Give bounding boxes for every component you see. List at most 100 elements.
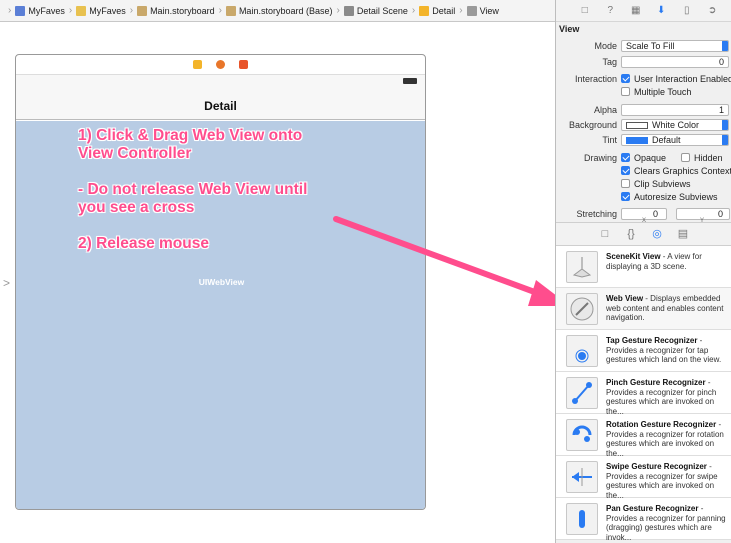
breadcrumb-item[interactable]: MyFaves xyxy=(76,5,126,16)
library-item[interactable]: Pan Gesture Recognizer - Provides a reco… xyxy=(556,498,731,542)
view-icon xyxy=(466,5,477,16)
web-view-area[interactable]: 1) Click & Drag Web View onto View Contr… xyxy=(16,121,425,509)
swipe-gesture-icon[interactable] xyxy=(566,461,598,493)
breadcrumb-separator: › xyxy=(8,5,12,16)
library-item[interactable]: Swipe Gesture Recognizer - Provides a re… xyxy=(556,456,731,500)
connections-inspector-icon[interactable]: ➲ xyxy=(706,5,718,17)
breadcrumb-item[interactable]: Main.storyboard (Base) xyxy=(225,5,332,16)
tint-select[interactable]: Default xyxy=(621,133,729,146)
chevron-down-icon[interactable] xyxy=(722,134,728,145)
object-library-icon[interactable]: ◎ xyxy=(651,228,663,240)
library-item[interactable]: Tap Gesture Recognizer - Provides a reco… xyxy=(556,330,731,372)
tag-field[interactable]: 0 xyxy=(621,55,729,68)
library-item[interactable]: Web View - Displays embedded web content… xyxy=(556,288,731,330)
identity-inspector-icon[interactable]: ▦ xyxy=(630,5,642,17)
attributes-inspector-icon[interactable]: ⬇ xyxy=(655,5,667,17)
mode-value: Scale To Fill xyxy=(626,40,675,51)
breadcrumb-separator: › xyxy=(411,5,416,16)
library-item-description: Rotation Gesture Recognizer - Provides a… xyxy=(606,420,730,458)
opaque-checkbox[interactable] xyxy=(621,153,630,162)
scene-icon xyxy=(343,5,354,16)
breadcrumb-separator: › xyxy=(459,5,463,16)
section-title: View xyxy=(559,24,580,34)
library-item-description: Swipe Gesture Recognizer - Provides a re… xyxy=(606,462,730,500)
library-item[interactable]: SceneKit View - A view for displaying a … xyxy=(556,246,731,288)
breadcrumb-separator: › xyxy=(218,5,222,16)
jump-bar: › MyFaves › MyFaves › Main.storyboard › Main.st… xyxy=(0,0,555,22)
library-item-description: SceneKit View - A view for displaying a … xyxy=(606,252,730,271)
nav-title: Detail xyxy=(204,99,237,113)
view-controller-icon[interactable] xyxy=(193,60,202,69)
breadcrumb-separator: › xyxy=(68,5,73,16)
breadcrumb-item[interactable]: Detail xyxy=(419,5,455,16)
scenekit-icon[interactable] xyxy=(566,251,598,283)
file-inspector-icon[interactable]: □ xyxy=(579,5,591,17)
pan-gesture-icon[interactable] xyxy=(566,503,598,535)
background-row: Background White Color xyxy=(556,118,731,131)
breadcrumb-label: MyFaves xyxy=(89,5,126,16)
library-item-description: Pinch Gesture Recognizer - Provides a re… xyxy=(606,378,730,416)
storyboard-icon xyxy=(225,5,236,16)
mode-select[interactable]: Scale To Fill xyxy=(621,39,729,52)
autoresize-label: Autoresize Subviews xyxy=(634,191,718,202)
tap-gesture-icon[interactable] xyxy=(566,335,598,367)
stretching-label: Stretching xyxy=(576,208,617,219)
tag-label: Tag xyxy=(602,56,617,67)
library-item-title: Pinch Gesture Recognizer xyxy=(606,378,706,387)
utilities-panel: □ ? ▦ ⬇ ▯ ➲ View Mode Scale To Fill Tag … xyxy=(555,0,731,543)
clip-row: Clip Subviews xyxy=(556,177,731,190)
alpha-field[interactable]: 1 xyxy=(621,103,729,116)
library-item-description: Web View - Displays embedded web content… xyxy=(606,294,730,323)
library-item-title: Rotation Gesture Recognizer xyxy=(606,420,717,429)
clears-row: Clears Graphics Context xyxy=(556,164,731,177)
chevron-down-icon[interactable] xyxy=(722,40,728,51)
drawing-label: Drawing xyxy=(583,152,617,163)
file-template-icon[interactable]: □ xyxy=(599,228,611,240)
breadcrumb-item[interactable]: Detail Scene xyxy=(343,5,408,16)
multiple-touch-row: Multiple Touch xyxy=(556,85,731,98)
detail-scene[interactable]: Detail 1) Click & Drag Web View onto Vie… xyxy=(15,54,426,510)
breadcrumb-item[interactable]: Main.storyboard xyxy=(137,5,215,16)
breadcrumb-label: Main.storyboard xyxy=(150,5,215,16)
color-swatch xyxy=(626,136,648,144)
help-icon[interactable]: ? xyxy=(604,5,616,17)
project-icon xyxy=(15,5,26,16)
scene-dock xyxy=(16,55,425,75)
exit-icon[interactable] xyxy=(239,60,248,69)
rotation-gesture-icon[interactable] xyxy=(566,419,598,451)
interaction-label: Interaction xyxy=(574,73,617,84)
hidden-label: Hidden xyxy=(694,152,723,163)
clip-subviews-checkbox[interactable] xyxy=(621,179,630,188)
media-library-icon[interactable]: ▤ xyxy=(677,228,689,240)
breadcrumb-item[interactable]: View xyxy=(466,5,499,16)
code-snippet-icon[interactable]: {} xyxy=(625,228,637,240)
background-select[interactable]: White Color xyxy=(621,118,729,131)
background-label: Background xyxy=(568,119,617,130)
chevron-down-icon[interactable] xyxy=(722,119,728,130)
library-item[interactable]: Pinch Gesture Recognizer - Provides a re… xyxy=(556,372,731,416)
size-inspector-icon[interactable]: ▯ xyxy=(681,5,693,17)
multiple-touch-checkbox[interactable] xyxy=(621,87,630,96)
hidden-checkbox[interactable] xyxy=(681,153,690,162)
stretching-row: Stretching 0 0 X Y xyxy=(556,207,731,224)
instruction-line: - Do not release Web View until xyxy=(78,181,308,198)
breadcrumb-label: Detail Scene xyxy=(356,5,408,16)
pinch-gesture-icon[interactable] xyxy=(566,377,598,409)
first-responder-icon[interactable] xyxy=(216,60,225,69)
tint-row: Tint Default xyxy=(556,133,731,146)
xcode-window: › MyFaves › MyFaves › Main.storyboard › Main.st… xyxy=(0,0,731,543)
breadcrumb-separator: › xyxy=(336,5,340,16)
library-item-title: Web View xyxy=(606,294,644,303)
user-interaction-checkbox[interactable] xyxy=(621,74,630,83)
view-controller-icon xyxy=(419,5,430,16)
mode-label: Mode xyxy=(594,40,617,51)
instruction-line: View Controller xyxy=(78,145,192,162)
autoresize-checkbox[interactable] xyxy=(621,192,630,201)
library-item[interactable]: Rotation Gesture Recognizer - Provides a… xyxy=(556,414,731,458)
background-value: White Color xyxy=(652,119,700,130)
clears-context-checkbox[interactable] xyxy=(621,166,630,175)
breadcrumb-item[interactable]: MyFaves xyxy=(15,5,65,16)
compass-icon[interactable] xyxy=(566,293,598,325)
navigation-bar: Detail xyxy=(16,75,425,120)
storyboard-canvas[interactable]: > Detail 1) Click & Drag Web View onto V… xyxy=(0,22,555,543)
